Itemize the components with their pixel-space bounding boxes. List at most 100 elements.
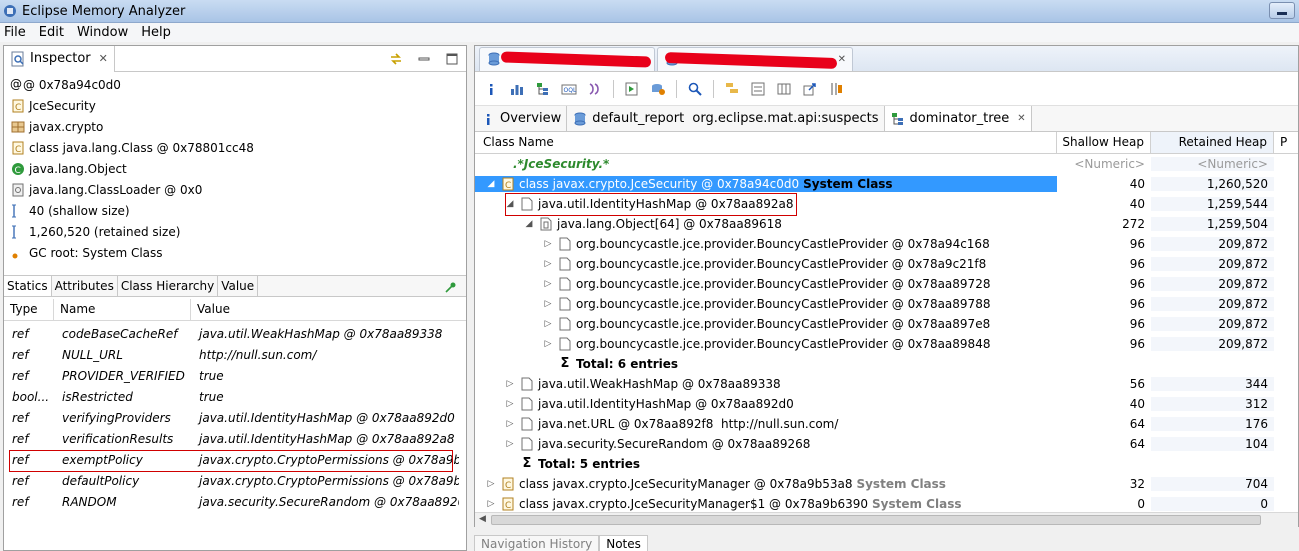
tree-row[interactable]: ▷ org.bouncycastle.jce.provider.BouncyCas… (475, 314, 1298, 334)
static-field-row[interactable]: ref codeBaseCacheRef java.util.WeakHashMap… (4, 323, 466, 344)
expand-arrow-icon[interactable]: ▷ (504, 379, 516, 389)
filter-retained[interactable]: <Numeric> (1151, 157, 1274, 171)
tab-value[interactable]: Value (218, 276, 259, 296)
tree-row[interactable]: ▷ org.bouncycastle.jce.provider.BouncyCas… (475, 274, 1298, 294)
static-field-row[interactable]: ref RANDOM java.security.SecureRandom @ 0x… (4, 491, 466, 512)
menu-window[interactable]: Window (77, 25, 128, 40)
class-name-cell[interactable]: ◢ Cclass javax.crypto.JceSecurity @ 0x78a… (475, 176, 1057, 192)
class-name-cell[interactable]: ◢ java.util.IdentityHashMap @ 0x78aa892a8 (475, 196, 1057, 212)
pin-icon[interactable] (442, 280, 458, 296)
tree-row[interactable]: ◢ java.lang.Object[64] @ 0x78aa89618 272 1,… (475, 214, 1298, 234)
class-name-cell[interactable]: ▷ org.bouncycastle.jce.provider.BouncyCas… (475, 316, 1057, 332)
class-name-cell[interactable]: ▷ org.bouncycastle.jce.provider.BouncyCas… (475, 336, 1057, 352)
static-field-row[interactable]: ref verificationResults java.util.Identity… (4, 428, 466, 449)
tab-navigation-history[interactable]: Navigation History (474, 535, 600, 551)
class-name-cell[interactable]: ▷ Cclass javax.crypto.JceSecurityManager … (475, 476, 1057, 492)
expand-arrow-icon[interactable]: ▷ (485, 479, 497, 489)
expand-arrow-icon[interactable]: ▷ (485, 499, 497, 509)
col-class-name[interactable]: Class Name (475, 132, 1057, 153)
static-field-row[interactable]: ref defaultPolicy javax.crypto.CryptoPermi… (4, 470, 466, 491)
col-extra[interactable]: P (1274, 132, 1298, 153)
filter-name[interactable]: .*JceSecurity.* (475, 157, 1057, 171)
tab-default-report[interactable]: default_report org.eclipse.mat.api:suspe… (567, 106, 885, 131)
class-name-cell[interactable]: ▷ Cclass javax.crypto.JceSecurityManager$… (475, 496, 1057, 512)
tree-row[interactable]: ▷ Cclass javax.crypto.JceSecurityManager$… (475, 494, 1298, 514)
class-name-cell[interactable]: ▷ java.util.WeakHashMap @ 0x78aa89338 (475, 376, 1057, 392)
search-icon[interactable] (687, 81, 703, 97)
expand-arrow-icon[interactable]: ▷ (504, 419, 516, 429)
info-icon[interactable] (483, 81, 499, 97)
inspector-tab[interactable]: Inspector ✕ (4, 45, 115, 72)
static-field-row[interactable]: ref verifyingProviders java.util.IdentityH… (4, 407, 466, 428)
static-field-row[interactable]: ref exemptPolicy javax.crypto.CryptoPermis… (4, 449, 466, 470)
expand-arrow-icon[interactable]: ▷ (504, 439, 516, 449)
col-shallow-heap[interactable]: Shallow Heap (1057, 132, 1151, 153)
scroll-left-icon[interactable]: ◀ (479, 514, 486, 524)
threads-icon[interactable] (587, 81, 603, 97)
tree-row[interactable]: ▷ java.util.IdentityHashMap @ 0x78aa892d0… (475, 394, 1298, 414)
tab-class-hierarchy[interactable]: Class Hierarchy (118, 276, 219, 296)
expand-arrow-icon[interactable]: ▷ (542, 339, 554, 349)
static-field-row[interactable]: ref NULL_URL http://null.sun.com/ (4, 344, 466, 365)
histogram-icon[interactable] (509, 81, 525, 97)
col-value[interactable]: Value (191, 299, 459, 320)
link-with-view-icon[interactable] (388, 51, 404, 67)
filter-row[interactable]: .*JceSecurity.* <Numeric> <Numeric> (475, 154, 1298, 174)
expand-arrow-icon[interactable]: ▷ (542, 259, 554, 269)
query-browser-icon[interactable] (650, 81, 666, 97)
oql-icon[interactable]: OQL (561, 81, 577, 97)
tree-row[interactable]: ▷ org.bouncycastle.jce.provider.BouncyCas… (475, 294, 1298, 314)
tree-row[interactable]: ▷ java.security.SecureRandom @ 0x78aa8926… (475, 434, 1298, 454)
expand-arrow-icon[interactable]: ▷ (542, 299, 554, 309)
class-name-cell[interactable]: ▷ java.security.SecureRandom @ 0x78aa8926… (475, 436, 1057, 452)
tree-row[interactable]: ▷ Cclass javax.crypto.JceSecurityManager … (475, 474, 1298, 494)
minimize-view-icon[interactable] (416, 51, 432, 67)
filter-shallow[interactable]: <Numeric> (1057, 157, 1151, 171)
pin-tab-icon[interactable] (828, 81, 844, 97)
scroll-thumb[interactable] (491, 515, 1261, 525)
tree-row[interactable]: ◢ Cclass javax.crypto.JceSecurity @ 0x78a… (475, 174, 1298, 194)
menu-file[interactable]: File (4, 25, 26, 40)
class-name-cell[interactable]: ▷ org.bouncycastle.jce.provider.BouncyCas… (475, 296, 1057, 312)
class-name-cell[interactable]: Σ Total: 5 entries (475, 456, 1057, 472)
collapse-arrow-icon[interactable]: ◢ (485, 179, 497, 189)
tree-row[interactable]: ▷ java.util.WeakHashMap @ 0x78aa89338 56 34… (475, 374, 1298, 394)
class-name-cell[interactable]: ▷ org.bouncycastle.jce.provider.BouncyCas… (475, 256, 1057, 272)
tree-row[interactable]: ▷ org.bouncycastle.jce.provider.BouncyCas… (475, 254, 1298, 274)
tab-notes[interactable]: Notes (599, 535, 648, 551)
close-icon[interactable]: ✕ (1017, 113, 1025, 124)
tree-row[interactable]: ◢ java.util.IdentityHashMap @ 0x78aa892a8… (475, 194, 1298, 214)
class-name-cell[interactable]: ▷ java.net.URL @ 0x78aa892f8 http://null.… (475, 416, 1057, 432)
static-field-row[interactable]: bool... isRestricted true (4, 386, 466, 407)
collapse-arrow-icon[interactable]: ◢ (523, 219, 535, 229)
class-name-cell[interactable]: Σ Total: 6 entries (475, 356, 1057, 372)
tree-row[interactable]: ▷ org.bouncycastle.jce.provider.BouncyCas… (475, 334, 1298, 354)
expand-arrow-icon[interactable]: ▷ (542, 239, 554, 249)
expand-arrow-icon[interactable]: ▷ (542, 319, 554, 329)
close-icon[interactable]: ✕ (838, 54, 846, 65)
col-name[interactable]: Name (54, 299, 191, 320)
run-report-icon[interactable] (624, 81, 640, 97)
col-type[interactable]: Type (4, 299, 54, 320)
collapse-arrow-icon[interactable]: ◢ (504, 199, 516, 209)
export-icon[interactable] (802, 81, 818, 97)
menu-edit[interactable]: Edit (39, 25, 64, 40)
maximize-view-icon[interactable] (444, 51, 460, 67)
close-icon[interactable]: ✕ (99, 52, 108, 65)
tab-attributes[interactable]: Attributes (52, 276, 118, 296)
col-retained-heap[interactable]: Retained Heap (1151, 132, 1274, 153)
columns-icon[interactable] (776, 81, 792, 97)
menu-help[interactable]: Help (141, 25, 171, 40)
class-name-cell[interactable]: ▷ java.util.IdentityHashMap @ 0x78aa892d0 (475, 396, 1057, 412)
group-by-icon[interactable] (724, 81, 740, 97)
minimize-button[interactable] (1269, 2, 1295, 19)
tab-overview[interactable]: Overview (475, 106, 568, 131)
expand-arrow-icon[interactable]: ▷ (542, 279, 554, 289)
tree-row[interactable]: ▷ java.net.URL @ 0x78aa892f8 http://null.… (475, 414, 1298, 434)
expand-arrow-icon[interactable]: ▷ (504, 399, 516, 409)
static-field-row[interactable]: ref PROVIDER_VERIFIED true (4, 365, 466, 386)
class-name-cell[interactable]: ▷ org.bouncycastle.jce.provider.BouncyCas… (475, 276, 1057, 292)
class-name-cell[interactable]: ◢ java.lang.Object[64] @ 0x78aa89618 (475, 216, 1057, 232)
class-name-cell[interactable]: ▷ org.bouncycastle.jce.provider.BouncyCas… (475, 236, 1057, 252)
tree-row[interactable]: ▷ org.bouncycastle.jce.provider.BouncyCas… (475, 234, 1298, 254)
